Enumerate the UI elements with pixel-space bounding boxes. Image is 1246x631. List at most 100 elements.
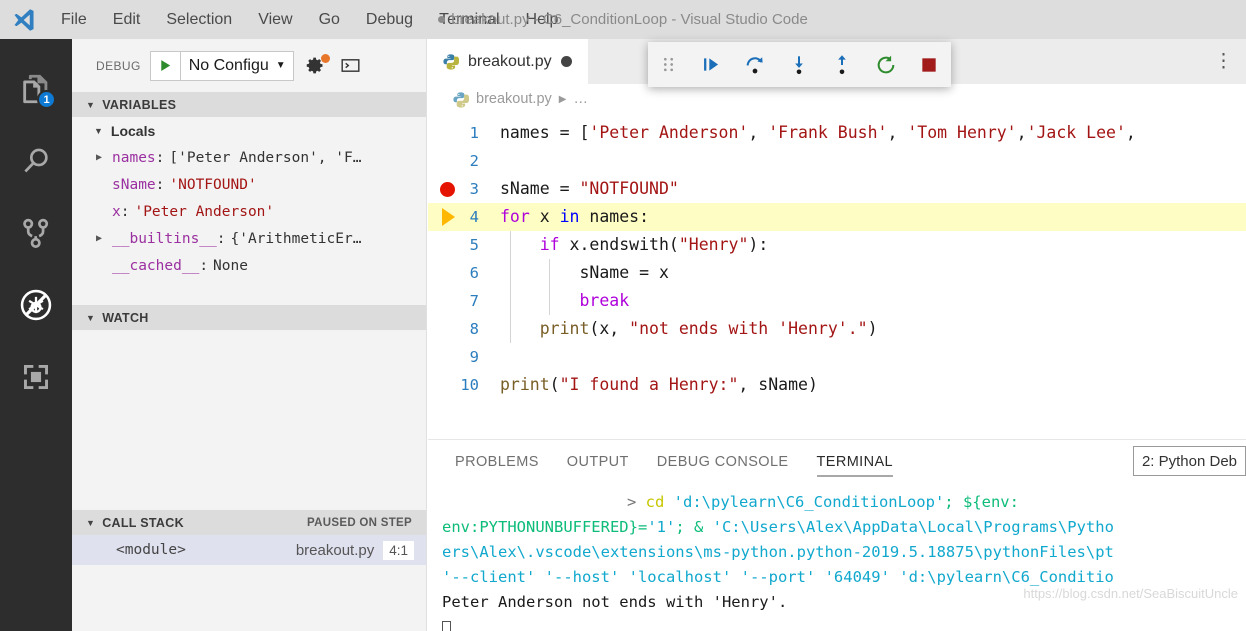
- breadcrumb-ellipsis[interactable]: …: [573, 91, 588, 107]
- code-line[interactable]: 6 sName = x: [428, 259, 1246, 287]
- callstack-frame-name: <module>: [72, 542, 186, 558]
- tab-problems[interactable]: PROBLEMS: [455, 440, 539, 484]
- variable-row[interactable]: ▶ sName:'NOTFOUND': [72, 171, 426, 198]
- code-line[interactable]: 2: [428, 147, 1246, 175]
- variable-value: None: [213, 258, 248, 274]
- code-line[interactable]: 9: [428, 343, 1246, 371]
- breakpoint-dot: [440, 182, 455, 197]
- code-editor[interactable]: 1names = ['Peter Anderson', 'Frank Bush'…: [428, 114, 1246, 399]
- variables-scope-locals[interactable]: ▼ Locals: [72, 117, 426, 144]
- code-token: ): [868, 319, 878, 338]
- start-debugging-button[interactable]: [151, 52, 181, 80]
- tab-debug-console[interactable]: DEBUG CONSOLE: [657, 440, 789, 484]
- variables-section-header[interactable]: ▼ VARIABLES: [72, 92, 426, 117]
- menu-view[interactable]: View: [245, 7, 305, 33]
- code-line[interactable]: 3sName = "NOTFOUND": [428, 175, 1246, 203]
- vscode-logo-icon: [0, 0, 48, 39]
- code-token: "I found a Henry:": [560, 375, 739, 394]
- stop-icon: [919, 55, 939, 75]
- code-token: =: [560, 179, 580, 198]
- menu-debug[interactable]: Debug: [353, 7, 426, 33]
- variables-title: VARIABLES: [102, 98, 176, 112]
- breadcrumb-file[interactable]: breakout.py: [476, 91, 552, 107]
- sidebar-item-source-control[interactable]: [0, 197, 72, 269]
- watch-section-header[interactable]: ▼ WATCH: [72, 305, 426, 330]
- terminal-cursor: [442, 621, 451, 631]
- variable-name: __cached__: [112, 258, 199, 274]
- stop-button[interactable]: [907, 42, 951, 87]
- indent-guide: [549, 287, 550, 315]
- code-token: ,: [748, 123, 768, 142]
- chevron-right-icon[interactable]: ▶: [96, 152, 112, 163]
- code-token: sName: [500, 263, 639, 282]
- debug-floating-toolbar[interactable]: [648, 42, 951, 87]
- terminal-segment: 'C:\Users\Alex\AppData\Local\Programs\Py…: [713, 518, 1114, 536]
- menu-selection[interactable]: Selection: [153, 7, 245, 33]
- extensions-icon: [20, 361, 52, 393]
- step-into-button[interactable]: [777, 42, 821, 87]
- menu-terminal[interactable]: Terminal: [426, 7, 512, 33]
- drag-handle-icon[interactable]: [648, 56, 690, 73]
- open-debug-console-button[interactable]: [338, 53, 364, 79]
- terminal-segment: ; &: [675, 518, 712, 536]
- unsaved-dot-icon[interactable]: [561, 56, 572, 67]
- variable-row[interactable]: ▶ x:'Peter Anderson': [72, 198, 426, 225]
- title-bar: File Edit Selection View Go Debug Termin…: [0, 0, 1246, 39]
- more-actions-icon[interactable]: ⋮: [1214, 50, 1234, 73]
- sidebar-item-debug[interactable]: [0, 269, 72, 341]
- variable-value: 'NOTFOUND': [169, 177, 256, 193]
- variable-row[interactable]: ▶ __cached__:None: [72, 252, 426, 279]
- variables-body: ▼ Locals ▶ names:['Peter Anderson', 'F… …: [72, 117, 426, 305]
- variable-value: {'ArithmeticEr…: [231, 231, 362, 247]
- code-line[interactable]: 8 print(x, "not ends with 'Henry'."): [428, 315, 1246, 343]
- sidebar-item-search[interactable]: [0, 125, 72, 197]
- code-token: sName: [500, 179, 560, 198]
- menu-file[interactable]: File: [48, 7, 100, 33]
- step-over-button[interactable]: [733, 42, 777, 87]
- code-line[interactable]: 10print("I found a Henry:", sName): [428, 371, 1246, 399]
- tab-terminal[interactable]: TERMINAL: [817, 440, 894, 484]
- terminal-line: > cd 'd:\pylearn\C6_ConditionLoop'; ${en…: [442, 490, 1246, 515]
- terminal-line: env:PYTHONUNBUFFERED}='1'; & 'C:\Users\A…: [442, 515, 1246, 540]
- line-number: 2: [428, 147, 490, 175]
- variable-value: 'Peter Anderson': [134, 204, 274, 220]
- vscode-window: File Edit Selection View Go Debug Termin…: [0, 0, 1246, 631]
- code-line[interactable]: 7 break: [428, 287, 1246, 315]
- continue-button[interactable]: [690, 42, 734, 87]
- chevron-right-icon[interactable]: ▶: [96, 233, 112, 244]
- terminal-instance-select[interactable]: 2: Python Deb: [1133, 446, 1246, 476]
- callstack-section-header[interactable]: ▼ CALL STACK PAUSED ON STEP: [72, 510, 426, 535]
- explorer-badge: 1: [37, 90, 56, 109]
- restart-button[interactable]: [864, 42, 908, 87]
- sidebar-item-extensions[interactable]: [0, 341, 72, 413]
- editor-tab-breakout-py[interactable]: breakout.py: [428, 39, 588, 84]
- variable-row[interactable]: ▶ names:['Peter Anderson', 'F…: [72, 144, 426, 171]
- callstack-frame-position: 4:1: [383, 541, 414, 560]
- indent-guide: [510, 231, 511, 259]
- code-token: print: [500, 375, 550, 394]
- open-launch-json-button[interactable]: [303, 53, 329, 79]
- code-line[interactable]: 1names = ['Peter Anderson', 'Frank Bush'…: [428, 119, 1246, 147]
- chevron-down-icon: ▼: [86, 518, 95, 528]
- breakpoint-icon[interactable]: [434, 175, 460, 203]
- code-token: ,: [887, 123, 907, 142]
- code-line[interactable]: 4for x in names:: [428, 203, 1246, 231]
- code-token: break: [579, 291, 629, 310]
- code-token: x: [659, 263, 669, 282]
- menu-go[interactable]: Go: [306, 7, 353, 33]
- breadcrumb: breakout.py ▶ …: [428, 84, 1246, 114]
- tab-output[interactable]: OUTPUT: [567, 440, 629, 484]
- terminal-segment: ers\Alex\.vscode\extensions\ms-python.py…: [442, 543, 1114, 561]
- callstack-row[interactable]: <module> breakout.py 4:1: [72, 535, 426, 565]
- menu-bar: File Edit Selection View Go Debug Termin…: [48, 7, 571, 33]
- terminal-output[interactable]: > cd 'd:\pylearn\C6_ConditionLoop'; ${en…: [428, 484, 1246, 631]
- variable-row[interactable]: ▶ __builtins__:{'ArithmeticEr…: [72, 225, 426, 252]
- sidebar-item-explorer[interactable]: 1: [0, 53, 72, 125]
- step-out-button[interactable]: [820, 42, 864, 87]
- debug-configuration-value: No Configu: [181, 57, 276, 75]
- code-line[interactable]: 5 if x.endswith("Henry"):: [428, 231, 1246, 259]
- menu-edit[interactable]: Edit: [100, 7, 154, 33]
- debug-configuration-select[interactable]: No Configu ▼: [150, 51, 294, 81]
- menu-help[interactable]: Help: [513, 7, 572, 33]
- callstack-status: PAUSED ON STEP: [307, 517, 412, 529]
